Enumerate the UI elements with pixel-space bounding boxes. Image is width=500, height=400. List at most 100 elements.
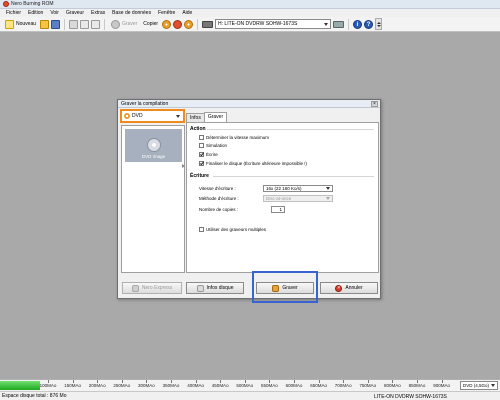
cancel-button[interactable]: × Annuler: [320, 282, 378, 294]
new-button[interactable]: Nouveau: [3, 18, 38, 30]
help-icon[interactable]: ?: [364, 19, 374, 29]
copy-disc-label: Copier: [143, 21, 159, 27]
disc-info-label: Infos disque: [206, 285, 234, 291]
copies-label: Nombre de copies :: [199, 207, 239, 212]
multi-recorder-row[interactable]: Utiliser des graveurs multiples: [199, 227, 266, 232]
tab-infos[interactable]: Infos: [186, 113, 205, 122]
menu-fenetre[interactable]: Fenêtre: [158, 10, 175, 16]
graver-tab-panel: Action Déterminer la vitesse maximum Sim…: [186, 122, 379, 273]
capacity-bar: 100MAo 150MAo 200MAo 250MAo 300MAo 350MAo 400M…: [0, 379, 500, 391]
capacity-tick-label: 250MAo: [113, 383, 131, 388]
action-row-simulation[interactable]: Simulation: [199, 143, 227, 148]
toolbar-separator: [348, 18, 350, 30]
save-icon[interactable]: [51, 19, 61, 29]
action-row-write[interactable]: Écrire: [199, 152, 218, 157]
capacity-tick-label: 200MAo: [88, 383, 106, 388]
disc-info-button[interactable]: Infos disque: [186, 282, 244, 294]
menu-fichier[interactable]: Fichier: [6, 10, 21, 16]
nero-express-label: Nero Express: [141, 285, 173, 291]
window-title: Nero Burning ROM: [11, 1, 54, 7]
dvd-image-icon: [146, 138, 161, 152]
menu-graveur[interactable]: Graveur: [66, 10, 84, 16]
nero-app-icon: [3, 1, 9, 7]
drive-select[interactable]: H: LITE-ON DVDRW SOHW-1673S: [215, 19, 332, 29]
copy-disc-button[interactable]: Copier: [141, 18, 160, 30]
capacity-tick-label: 550MAo: [261, 383, 278, 388]
list-item-dvd-image[interactable]: DVD Image: [125, 129, 182, 162]
write-speed-select[interactable]: 16x (22 160 Ko/s): [263, 185, 333, 192]
drive-select-value: H: LITE-ON DVDRW SOHW-1673S: [218, 21, 298, 27]
section-divider: [207, 129, 374, 130]
burn-compilation-dialog: Graver la compilation × DVD DVD Image In…: [117, 99, 381, 299]
info-icon[interactable]: i: [353, 19, 363, 29]
tab-graver[interactable]: Graver: [203, 112, 228, 122]
chevron-down-icon: [326, 187, 330, 190]
toolbar-options-dropdown[interactable]: [375, 18, 383, 30]
disc-type-value: DVD: [132, 113, 143, 119]
disc-icon[interactable]: [162, 19, 172, 29]
capacity-tick-label: 800MAo: [384, 383, 401, 388]
disc-type-select[interactable]: DVD: [120, 109, 185, 123]
action-row-max-speed[interactable]: Déterminer la vitesse maximum: [199, 135, 269, 140]
compilation-type-list: DVD Image: [121, 125, 185, 273]
capacity-tick-label: 700MAo: [334, 383, 352, 388]
copy-icon[interactable]: [80, 19, 90, 29]
write-speed-value: 16x (22 160 Ko/s): [266, 186, 302, 191]
capacity-tick-label: 850MAo: [408, 383, 426, 388]
section-divider: [213, 176, 374, 177]
method-label: Méthode d'écriture :: [199, 196, 239, 201]
status-bar: Espace disque total : 876 Mo LITE-ON DVD…: [0, 391, 500, 400]
action-row-finalize[interactable]: Finaliser le disque (Écriture ultérieure…: [199, 161, 307, 166]
burn-icon: [111, 19, 121, 29]
chevron-down-icon: [326, 197, 330, 200]
capacity-tick-label: 150MAo: [64, 383, 81, 388]
menu-extras[interactable]: Extras: [91, 10, 105, 16]
capacity-tick-label: 350MAo: [162, 383, 180, 388]
chevron-down-icon: [376, 24, 381, 27]
cancel-button-label: Annuler: [345, 285, 363, 291]
burn-toolbar-button[interactable]: Graver: [109, 18, 139, 30]
checkbox-checked[interactable]: [199, 161, 204, 166]
action-label: Déterminer la vitesse maximum: [206, 135, 270, 140]
new-compilation-icon: [5, 19, 14, 29]
erase-disc-icon[interactable]: [173, 19, 183, 29]
disc-capacity-value: DVD (4,5Go): [463, 383, 490, 388]
menu-voir[interactable]: Voir: [50, 10, 59, 16]
dialog-tabs: Infos Graver: [186, 112, 228, 122]
dialog-title-bar: Graver la compilation ×: [118, 100, 380, 108]
capacity-tick-label: 900MAo: [433, 383, 450, 388]
drive-icon: [202, 20, 214, 28]
checkbox[interactable]: [199, 135, 204, 140]
capacity-tick-label: 600MAo: [285, 383, 303, 388]
dvd-icon: [124, 113, 130, 119]
menu-edition[interactable]: Edition: [28, 10, 43, 16]
action-section-heading: Action: [190, 126, 206, 132]
checkbox[interactable]: [199, 227, 204, 232]
speed-label: Vitesse d'écriture :: [199, 186, 236, 191]
cut-icon[interactable]: [69, 19, 79, 29]
dialog-title: Graver la compilation: [121, 100, 169, 107]
action-label: Simulation: [206, 143, 228, 148]
burn-button-highlight: [252, 271, 318, 303]
open-folder-icon[interactable]: [40, 19, 50, 29]
capacity-tick-label: 650MAo: [310, 383, 327, 388]
multi-recorder-label: Utiliser des graveurs multiples: [206, 227, 267, 232]
disc-capacity-select[interactable]: DVD (4,5Go): [460, 381, 498, 390]
menu-base-de-donnees[interactable]: Base de données: [112, 10, 151, 16]
paste-icon[interactable]: [91, 19, 101, 29]
close-icon[interactable]: ×: [371, 101, 378, 107]
arrow-right-icon: [182, 164, 185, 168]
copies-input[interactable]: 1: [271, 206, 285, 213]
status-drive: LITE-ON DVDRW SOHW-1673S: [374, 394, 447, 400]
checkbox[interactable]: [199, 143, 204, 148]
action-label: Finaliser le disque (Écriture ultérieure…: [206, 161, 308, 166]
dvd-image-label: DVD Image: [141, 154, 166, 159]
checkbox-checked[interactable]: [199, 152, 204, 157]
nero-express-button: Nero Express: [122, 282, 182, 294]
capacity-tick-label: 300MAo: [138, 383, 155, 388]
toolbar-separator: [104, 18, 106, 30]
disc-info-icon[interactable]: [184, 19, 194, 29]
write-method-select: Disc-at-once: [263, 195, 333, 202]
scan-drives-icon[interactable]: [333, 20, 345, 28]
menu-aide[interactable]: Aide: [182, 10, 192, 16]
